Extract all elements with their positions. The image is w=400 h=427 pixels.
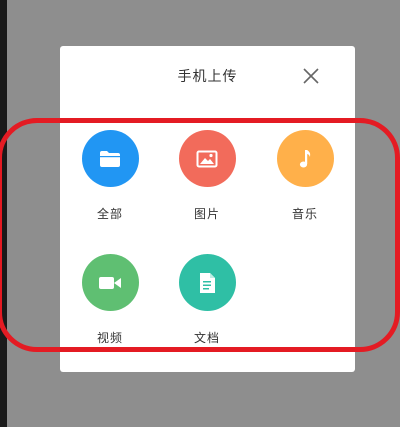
option-images-icon-circle bbox=[178, 130, 236, 187]
music-note-icon bbox=[299, 149, 311, 167]
option-all[interactable]: 全部 bbox=[70, 130, 150, 222]
option-videos[interactable]: 视频 bbox=[70, 254, 150, 346]
option-documents[interactable]: 文档 bbox=[167, 254, 247, 346]
option-images[interactable]: 图片 bbox=[167, 130, 247, 222]
option-images-label: 图片 bbox=[193, 207, 220, 221]
video-camera-icon bbox=[99, 276, 121, 289]
left-edge-bar bbox=[0, 0, 7, 427]
document-icon bbox=[200, 272, 215, 293]
upload-dialog: 手机上传 全部 图片 音乐 视频 文档 bbox=[60, 46, 355, 372]
option-music-icon-circle bbox=[276, 130, 334, 187]
option-videos-icon-circle bbox=[81, 254, 139, 311]
close-icon bbox=[303, 68, 319, 84]
option-documents-label: 文档 bbox=[193, 331, 220, 345]
image-icon bbox=[196, 150, 218, 167]
option-documents-icon-circle bbox=[178, 254, 236, 311]
option-music[interactable]: 音乐 bbox=[265, 130, 345, 222]
close-button[interactable] bbox=[300, 65, 322, 87]
option-all-icon-circle bbox=[81, 130, 139, 187]
option-music-label: 音乐 bbox=[291, 207, 318, 221]
option-videos-label: 视频 bbox=[96, 331, 123, 345]
option-all-label: 全部 bbox=[96, 207, 123, 221]
folder-icon bbox=[100, 150, 120, 167]
